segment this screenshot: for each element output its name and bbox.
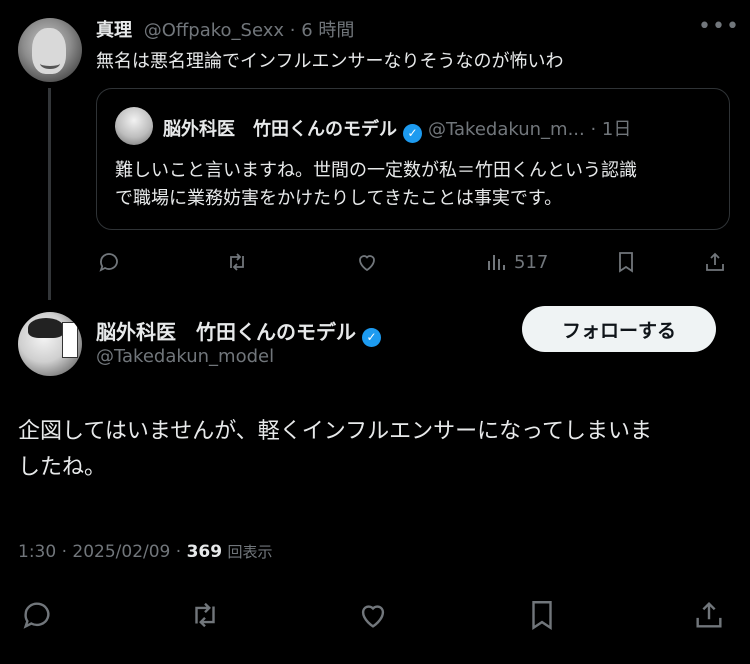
main-display-name-text: 脳外科医 竹田くんのモデル — [96, 320, 356, 344]
quote-text: 難しいこと言いますね。世間の一定数が私＝竹田くんという認識 で職場に業務妨害をか… — [115, 157, 725, 213]
quoted-tweet[interactable]: 脳外科医 竹田くんのモデル ✓ @Takedakun_m... · 1日 難しいこと… — [96, 88, 730, 230]
quote-text-line: で職場に業務妨害をかけたりしてきたことは事実です。 — [115, 188, 563, 209]
views-button[interactable]: 517 — [484, 250, 548, 274]
timestamp[interactable]: · 6 時間 — [290, 20, 355, 41]
thread-line — [48, 88, 51, 300]
bookmark-icon[interactable] — [614, 250, 638, 274]
avatar-hair — [28, 318, 64, 338]
verified-icon: ✓ — [403, 124, 422, 143]
follow-button[interactable]: フォローする — [522, 306, 716, 352]
share-icon[interactable] — [703, 250, 727, 274]
quote-header: 脳外科医 竹田くんのモデル ✓ @Takedakun_m... · 1日 — [163, 115, 631, 143]
share-icon[interactable] — [692, 598, 726, 632]
quote-timestamp: · 1日 — [590, 119, 632, 140]
repost-icon[interactable] — [225, 250, 249, 274]
tweet-header: 真理 @Offpako_Sexx · 6 時間 — [96, 16, 354, 42]
views-count: 517 — [514, 251, 549, 273]
view-count: 369 — [186, 542, 223, 562]
repost-icon[interactable] — [188, 598, 222, 632]
quote-avatar — [115, 107, 153, 145]
verified-icon: ✓ — [362, 328, 381, 347]
handle[interactable]: @Offpako_Sexx — [144, 20, 284, 41]
display-name[interactable]: 真理 — [96, 20, 132, 41]
bookmark-icon[interactable] — [525, 598, 559, 632]
reply-icon[interactable] — [20, 598, 54, 632]
quote-handle: @Takedakun_m... — [428, 119, 585, 140]
main-tweet-text: 企図してはいませんが、軽くインフルエンサーになってしまいま したね。 — [18, 414, 738, 486]
quote-text-line: 難しいこと言いますね。世間の一定数が私＝竹田くんという認識 — [115, 160, 637, 181]
views-icon — [488, 255, 505, 270]
avatar[interactable] — [18, 18, 82, 82]
main-tweet-line: 企図してはいませんが、軽くインフルエンサーになってしまいま — [18, 419, 653, 444]
avatar-mouth — [40, 58, 60, 69]
heart-icon[interactable] — [356, 598, 390, 632]
main-handle[interactable]: @Takedakun_model — [96, 346, 274, 367]
tweet-text: 無名は悪名理論でインフルエンサーなりそうなのが怖いわ — [96, 51, 564, 72]
reply-icon[interactable] — [97, 250, 121, 274]
main-tweet-line: したね。 — [18, 455, 107, 480]
view-label: 回表示 — [227, 543, 273, 561]
more-horizontal-icon[interactable]: ••• — [698, 14, 740, 39]
avatar-tag — [62, 322, 78, 358]
heart-icon[interactable] — [355, 250, 379, 274]
main-avatar[interactable] — [18, 312, 82, 376]
quote-display-name: 脳外科医 竹田くんのモデル — [163, 119, 397, 140]
tweet-meta: 1:30 · 2025/02/09 · 369 回表示 — [18, 541, 273, 562]
main-display-name[interactable]: 脳外科医 竹田くんのモデル ✓ — [96, 316, 387, 347]
tweet-timestamp[interactable]: 1:30 · 2025/02/09 · — [18, 542, 181, 562]
